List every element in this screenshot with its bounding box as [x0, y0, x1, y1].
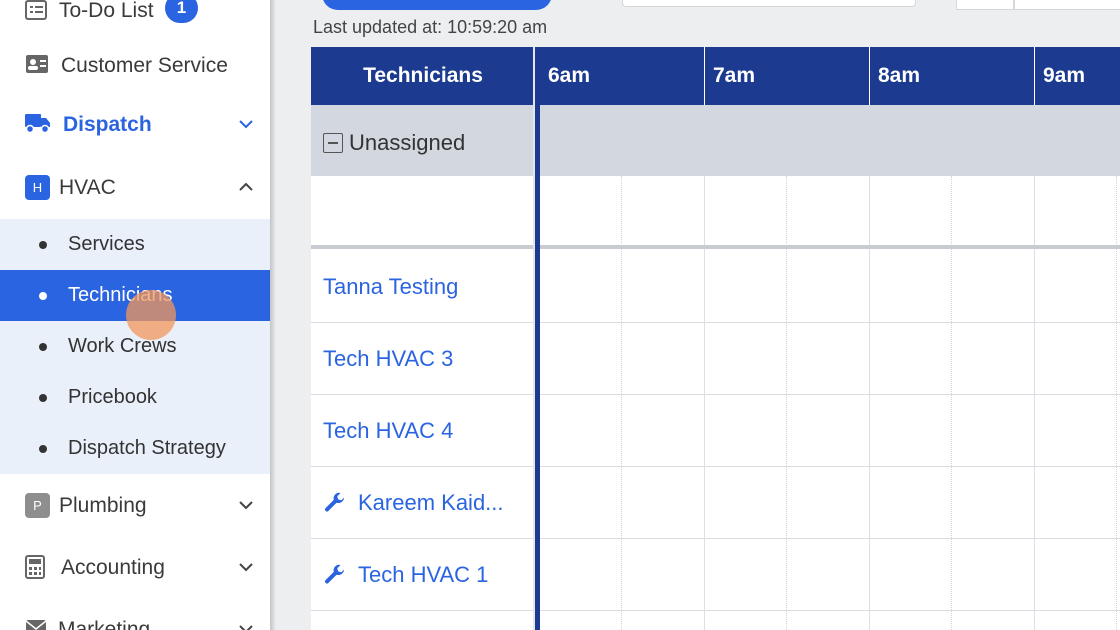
- collapse-icon[interactable]: [323, 133, 343, 153]
- technicians-column-header: Technicians: [311, 47, 535, 105]
- hour-header: 7am: [704, 47, 870, 105]
- technician-name: Kareem Kaid...: [358, 490, 504, 515]
- click-indicator: [126, 290, 176, 340]
- technician-name: Tanna Testing: [323, 274, 459, 299]
- sidebar-item-label: To-Do List: [59, 0, 154, 22]
- wrench-icon: [325, 492, 345, 512]
- sidebar-subitem-label: Pricebook: [68, 386, 157, 408]
- row-divider: [311, 394, 1120, 395]
- view-select[interactable]: [1014, 0, 1120, 10]
- mail-icon: [25, 619, 47, 630]
- sidebar-item-dispatch[interactable]: Dispatch: [0, 104, 270, 144]
- unassigned-group-toggle[interactable]: Unassigned: [323, 130, 465, 156]
- row-divider: [311, 538, 1120, 539]
- sidebar-subitem-pricebook[interactable]: Pricebook: [0, 372, 270, 423]
- hour-header: 9am: [1034, 47, 1120, 105]
- technician-name: Tech HVAC 3: [323, 346, 454, 371]
- id-card-icon: [25, 54, 49, 74]
- bullet-icon: [39, 240, 47, 249]
- chevron-down-icon: [239, 501, 253, 510]
- sidebar-item-label: Dispatch: [63, 113, 152, 136]
- row-divider: [311, 610, 1120, 611]
- sidebar-item-marketing[interactable]: Marketing: [0, 609, 270, 630]
- sidebar: To-Do List 1 Customer Service Dispatch H…: [0, 0, 270, 630]
- technician-row-tech-hvac-3[interactable]: Tech HVAC 3: [323, 346, 453, 372]
- sidebar-item-accounting[interactable]: Accounting: [0, 547, 270, 587]
- sidebar-item-plumbing[interactable]: P Plumbing: [0, 485, 270, 525]
- technician-row-tanna-testing[interactable]: Tanna Testing: [323, 274, 458, 300]
- sidebar-item-label: Customer Service: [61, 54, 228, 77]
- bullet-icon: [39, 444, 47, 453]
- row-divider: [311, 466, 1120, 467]
- sidebar-item-hvac[interactable]: H HVAC: [0, 167, 270, 207]
- last-updated-text: Last updated at: 10:59:20 am: [313, 17, 548, 37]
- calculator-icon: [25, 555, 45, 579]
- unassigned-label: Unassigned: [349, 130, 466, 155]
- hour-header: 6am: [540, 47, 705, 105]
- technician-row-kareem[interactable]: Kareem Kaid...: [323, 490, 504, 516]
- row-divider: [311, 322, 1120, 323]
- bullet-icon: [39, 342, 47, 351]
- sidebar-item-label: Plumbing: [59, 494, 147, 517]
- sidebar-subitem-services[interactable]: Services: [0, 219, 270, 270]
- bullet-icon: [39, 393, 47, 402]
- hvac-letter-icon: H: [25, 175, 50, 200]
- plumbing-letter-icon: P: [25, 493, 50, 518]
- sidebar-item-label: Accounting: [61, 556, 165, 579]
- sidebar-item-label: Marketing: [58, 618, 151, 630]
- view-toggle-button[interactable]: [956, 0, 1014, 10]
- hour-header: 8am: [869, 47, 1035, 105]
- sidebar-shadow: [270, 0, 276, 630]
- sidebar-subitem-label: Dispatch Strategy: [68, 437, 226, 459]
- date-range-input[interactable]: [622, 0, 916, 7]
- chevron-up-icon: [239, 182, 253, 191]
- technician-row-tech-hvac-4[interactable]: Tech HVAC 4: [323, 418, 453, 444]
- list-icon: [25, 0, 47, 20]
- sidebar-item-todo[interactable]: To-Do List 1: [0, 0, 270, 30]
- sidebar-item-label: HVAC: [59, 176, 116, 199]
- todo-count-badge: 1: [165, 0, 198, 23]
- chevron-down-icon: [239, 120, 253, 129]
- technician-name: Tech HVAC 4: [323, 418, 454, 443]
- technician-name: Tech HVAC 1: [358, 562, 489, 587]
- column-divider: [535, 47, 540, 630]
- chevron-down-icon: [239, 625, 253, 630]
- technician-row-tech-hvac-1[interactable]: Tech HVAC 1: [323, 562, 488, 588]
- dispatch-schedule-grid: Technicians 6am 7am 8am 9am Unassigned T…: [311, 47, 1120, 630]
- sidebar-subitem-label: Work Crews: [68, 335, 177, 357]
- sidebar-subitem-label: Services: [68, 233, 145, 255]
- section-separator: [311, 245, 1120, 249]
- chevron-down-icon: [239, 563, 253, 572]
- sidebar-subitem-dispatch-strategy[interactable]: Dispatch Strategy: [0, 423, 270, 474]
- primary-action-button[interactable]: [322, 0, 552, 10]
- sidebar-item-customer-service[interactable]: Customer Service: [0, 45, 270, 85]
- bullet-icon: [39, 291, 47, 300]
- truck-icon: [25, 112, 51, 134]
- wrench-icon: [325, 564, 345, 584]
